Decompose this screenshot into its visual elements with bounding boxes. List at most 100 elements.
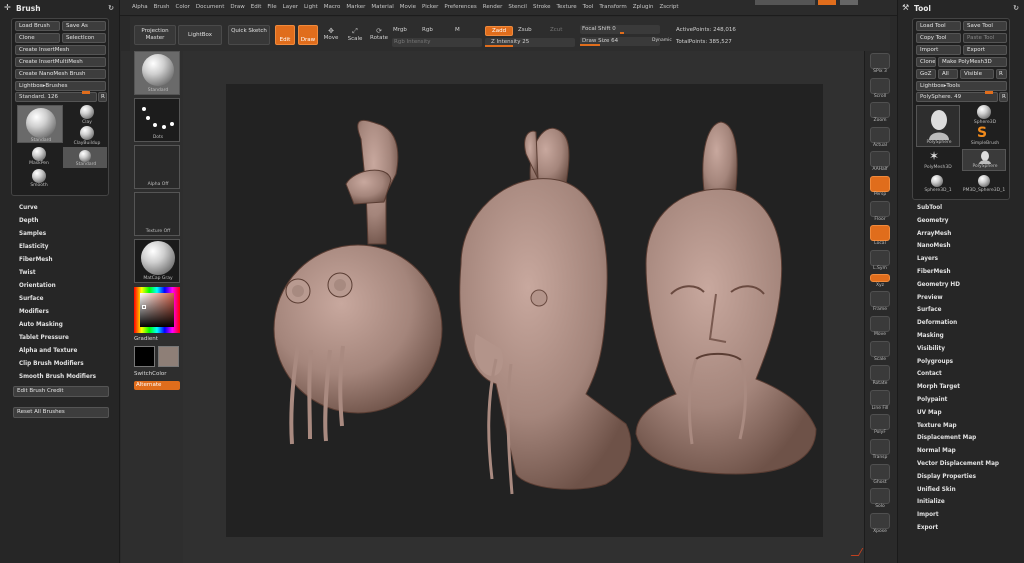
projection-master-button[interactable]: Projection Master bbox=[134, 25, 176, 45]
z-intensity-slider[interactable]: Z Intensity 25 bbox=[485, 38, 575, 47]
menu-item-light[interactable]: Light bbox=[304, 4, 318, 14]
menu-item-picker[interactable]: Picker bbox=[422, 4, 438, 14]
current-tool-slider[interactable]: PolySphere. 49 bbox=[916, 91, 998, 102]
clone-brush-button[interactable]: Clone bbox=[15, 33, 60, 43]
nav-transp-button[interactable] bbox=[870, 439, 890, 455]
rotate-mode-button[interactable]: ⟳ Rotate bbox=[370, 27, 388, 45]
menu-item-material[interactable]: Material bbox=[371, 4, 393, 14]
nav-ghost-button[interactable] bbox=[870, 463, 890, 480]
brush-thumb-clay[interactable] bbox=[80, 105, 94, 119]
scale-mode-button[interactable]: ⤢ Scale bbox=[346, 27, 364, 45]
menu-item-edit[interactable]: Edit bbox=[251, 4, 262, 14]
menu-item-marker[interactable]: Marker bbox=[346, 4, 365, 14]
gradient-label[interactable]: Gradient bbox=[134, 336, 158, 342]
hammer-icon[interactable]: ⚒ bbox=[902, 4, 910, 12]
menu-item-macro[interactable]: Macro bbox=[324, 4, 341, 14]
nav-floor-button[interactable] bbox=[870, 200, 890, 217]
menu-item-stroke[interactable]: Stroke bbox=[533, 4, 551, 14]
tool-subpalette-vector-displacement-map[interactable]: Vector Displacement Map bbox=[898, 458, 1024, 471]
subpalette-surface[interactable]: Surface bbox=[0, 293, 120, 306]
brush-thumb-smooth[interactable] bbox=[32, 169, 46, 183]
tool-thumb-pm3d-sphere3d-1[interactable] bbox=[978, 175, 990, 187]
zcut-button[interactable]: Zcut bbox=[550, 27, 562, 33]
nav-scroll-button[interactable] bbox=[870, 77, 890, 94]
brush-thumb-standard-large[interactable]: Standard bbox=[17, 105, 63, 143]
make-polymesh3d-button[interactable]: Make PolyMesh3D bbox=[938, 57, 1007, 67]
subpalette-clip-brush-modifiers[interactable]: Clip Brush Modifiers bbox=[0, 358, 120, 371]
tool-subpalette-texture-map[interactable]: Texture Map bbox=[898, 420, 1024, 433]
brush-palette-header[interactable]: ✛ Brush ↻ bbox=[0, 0, 119, 16]
tool-subpalette-deformation[interactable]: Deformation bbox=[898, 317, 1024, 330]
subpalette-smooth-brush-modifiers[interactable]: Smooth Brush Modifiers bbox=[0, 371, 120, 384]
tool-subpalette-export[interactable]: Export bbox=[898, 522, 1024, 535]
menu-item-transform[interactable]: Transform bbox=[599, 4, 626, 14]
tool-subpalette-display-properties[interactable]: Display Properties bbox=[898, 471, 1024, 484]
tool-subpalette-normal-map[interactable]: Normal Map bbox=[898, 445, 1024, 458]
subpalette-auto-masking[interactable]: Auto Masking bbox=[0, 319, 120, 332]
lightbox-button[interactable]: LightBox bbox=[178, 25, 222, 45]
tool-thumb-polysphere-large[interactable]: PolySphere bbox=[916, 105, 960, 147]
nav-spix-3-button[interactable] bbox=[870, 53, 890, 69]
tool-subpalette-import[interactable]: Import bbox=[898, 509, 1024, 522]
nav-polyf-button[interactable] bbox=[870, 414, 890, 431]
draw-size-slider[interactable]: Draw Size 64 Dynamic bbox=[580, 37, 672, 46]
tool-subpalette-uv-map[interactable]: UV Map bbox=[898, 407, 1024, 420]
menu-item-layer[interactable]: Layer bbox=[283, 4, 298, 14]
menu-item-texture[interactable]: Texture bbox=[557, 4, 577, 14]
nav-solo-button[interactable] bbox=[870, 488, 890, 505]
nav-line-fill-button[interactable] bbox=[870, 389, 890, 406]
tool-thumb-sphere3d-1[interactable] bbox=[931, 175, 943, 187]
tool-subpalette-displacement-map[interactable]: Displacement Map bbox=[898, 432, 1024, 445]
tool-thumb-polysphere-small[interactable]: PolySphere bbox=[962, 149, 1006, 171]
document-canvas[interactable] bbox=[226, 84, 823, 537]
menu-item-draw[interactable]: Draw bbox=[230, 4, 244, 14]
create-insertmultimesh-button[interactable]: Create InsertMultiMesh bbox=[15, 57, 106, 67]
goz-r-button[interactable]: R bbox=[996, 69, 1007, 79]
subpalette-fibermesh[interactable]: FiberMesh bbox=[0, 254, 120, 267]
zadd-button[interactable]: Zadd bbox=[485, 26, 513, 36]
subpalette-twist[interactable]: Twist bbox=[0, 267, 120, 280]
nav-local-button[interactable] bbox=[870, 225, 890, 242]
current-tool-slider-knob[interactable] bbox=[985, 91, 993, 94]
tray-alpha-off[interactable]: Alpha Off bbox=[134, 145, 180, 189]
menu-item-stencil[interactable]: Stencil bbox=[508, 4, 527, 14]
lightbox-brushes-button[interactable]: Lightbox▸Brushes bbox=[15, 81, 106, 91]
tray-brush-standard[interactable]: Standard bbox=[134, 51, 180, 95]
quick-sketch-button[interactable]: Quick Sketch bbox=[228, 25, 270, 45]
subpalette-elasticity[interactable]: Elasticity bbox=[0, 241, 120, 254]
alternate-button[interactable]: Alternate bbox=[134, 381, 180, 390]
brush-thumb-standard-small[interactable]: Standard bbox=[63, 147, 107, 168]
move-mode-button[interactable]: ✥ Move bbox=[322, 27, 340, 45]
menu-item-movie[interactable]: Movie bbox=[400, 4, 416, 14]
tool-subpalette-polypaint[interactable]: Polypaint bbox=[898, 394, 1024, 407]
zsub-button[interactable]: Zsub bbox=[518, 27, 532, 33]
nav-xyz-button[interactable] bbox=[870, 274, 890, 283]
menu-item-zscript[interactable]: Zscript bbox=[659, 4, 678, 14]
subpalette-tablet-pressure[interactable]: Tablet Pressure bbox=[0, 332, 120, 345]
subpalette-orientation[interactable]: Orientation bbox=[0, 280, 120, 293]
brush-plus-icon[interactable]: ✛ bbox=[4, 4, 12, 12]
brush-thumb-maskpen[interactable] bbox=[32, 147, 46, 161]
tool-subpalette-fibermesh[interactable]: FiberMesh bbox=[898, 266, 1024, 279]
create-nanomesh-brush-button[interactable]: Create NanoMesh Brush bbox=[15, 69, 106, 79]
current-brush-slider-knob[interactable] bbox=[82, 91, 90, 94]
tool-subpalette-initialize[interactable]: Initialize bbox=[898, 496, 1024, 509]
tray-material-matcap[interactable]: MatCap Gray bbox=[134, 239, 180, 283]
copy-tool-button[interactable]: Copy Tool bbox=[916, 33, 961, 43]
nav-l-sym-button[interactable] bbox=[870, 249, 890, 266]
tool-subpalette-layers[interactable]: Layers bbox=[898, 253, 1024, 266]
nav-zoom-button[interactable] bbox=[870, 102, 890, 119]
menu-item-brush[interactable]: Brush bbox=[154, 4, 170, 14]
polymesh3d-star-icon[interactable]: ✶ bbox=[929, 149, 939, 163]
rgb-intensity-slider[interactable]: Rgb Intensity bbox=[392, 38, 482, 47]
menu-item-render[interactable]: Render bbox=[483, 4, 503, 14]
color-picker-square[interactable] bbox=[140, 293, 174, 327]
tool-subpalette-nanomesh[interactable]: NanoMesh bbox=[898, 240, 1024, 253]
clone-tool-button[interactable]: Clone bbox=[916, 57, 936, 67]
tool-subpalette-contact[interactable]: Contact bbox=[898, 368, 1024, 381]
m-button[interactable]: M bbox=[455, 27, 460, 33]
save-tool-button[interactable]: Save Tool bbox=[963, 21, 1007, 31]
nav-aahalf-button[interactable] bbox=[870, 151, 890, 168]
reset-all-brushes-button[interactable]: Reset All Brushes bbox=[13, 407, 109, 418]
focal-shift-slider[interactable]: Focal Shift 0 bbox=[580, 25, 660, 34]
